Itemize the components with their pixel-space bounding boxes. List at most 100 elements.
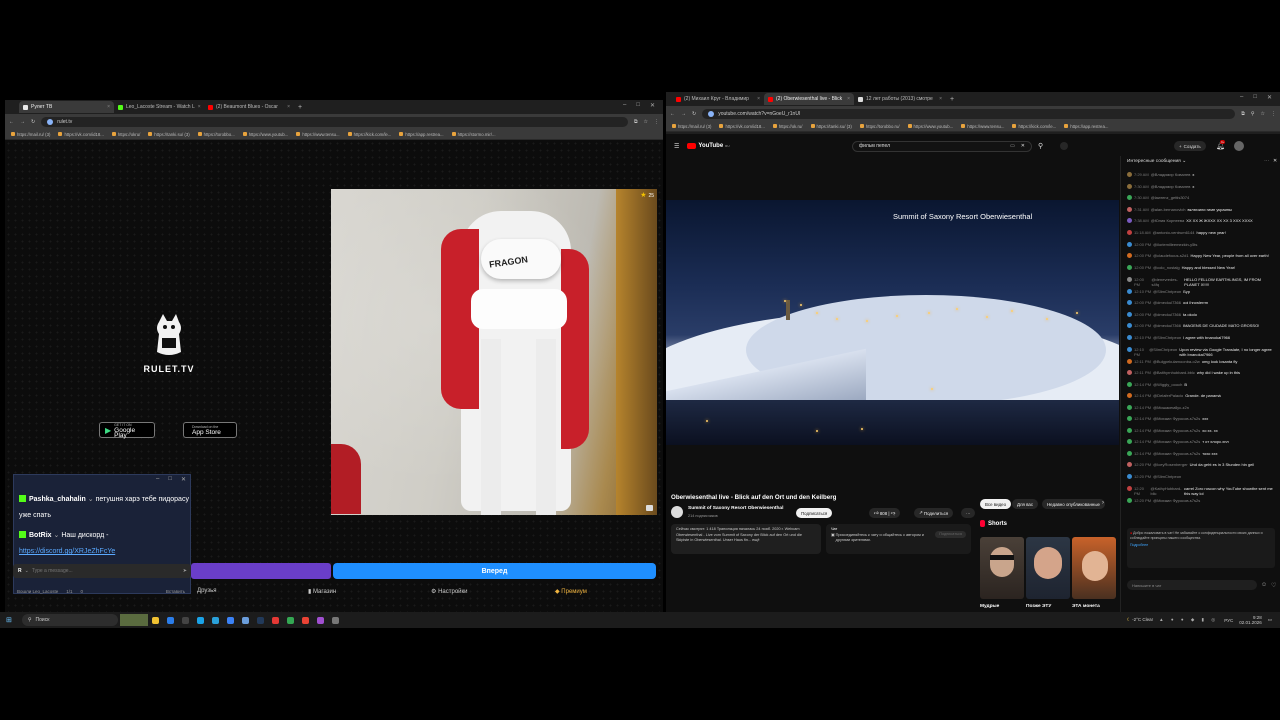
youtube-logo[interactable]: YouTube RU	[687, 143, 730, 149]
address-bar[interactable]: rulet.tv	[41, 116, 628, 127]
menu-dots-icon[interactable]: ⋮	[1271, 111, 1276, 117]
google-play-button[interactable]: ▶ GET IT ON Google Play	[99, 422, 155, 438]
short-thumbnail[interactable]	[1072, 537, 1116, 599]
tab-youtube-blues[interactable]: (2) Beaumont Blues - Oscar ×	[204, 101, 294, 113]
close-icon[interactable]: ×	[287, 104, 290, 110]
chat-author[interactable]: @Юлия Корнеева	[1151, 218, 1185, 223]
reload-icon[interactable]: ↻	[692, 111, 696, 117]
chat-author[interactable]: @KathyHubbard-blic	[1151, 486, 1182, 496]
search-icon[interactable]: ⚲	[1038, 142, 1043, 150]
maximize-icon[interactable]: □	[1253, 94, 1257, 101]
bookmark-item[interactable]: https://www.tensu...	[296, 132, 340, 137]
bookmark-item[interactable]: https://stormo.mir/...	[451, 132, 496, 137]
bookmark-star-icon[interactable]: ☆	[644, 119, 648, 125]
close-icon[interactable]: ×	[198, 104, 201, 110]
keyboard-icon[interactable]: ▭	[1010, 143, 1015, 149]
tray-icons[interactable]: ▲ ● ● ◆ ▮ ◎	[1159, 617, 1218, 623]
chat-author[interactable]: @SlimChripeon	[1153, 474, 1181, 479]
filter-for-you[interactable]: Для вас	[1012, 499, 1039, 509]
bookmark-item[interactable]: https://www.youtub...	[242, 132, 288, 137]
chat-author[interactable]: @Владимир Ковалев	[1151, 184, 1191, 189]
tab-youtube-krug[interactable]: (2) Михаил Круг - Владимир ×	[672, 93, 764, 105]
chat-author[interactable]: @Михаил Фуросов-s7s2s	[1153, 498, 1200, 503]
chat-author[interactable]: @SlimChripeon	[1149, 347, 1177, 352]
reload-icon[interactable]: ↻	[31, 119, 35, 125]
chat-author[interactable]: @Wiggly_oooch	[1153, 382, 1182, 387]
chat-close-icon[interactable]: ✕	[1273, 159, 1277, 164]
zoom-icon[interactable]: ⚲	[1251, 111, 1255, 117]
like-button[interactable]: 👍︎ 808 | 👎︎	[869, 508, 901, 518]
chat-author[interactable]: @SlimChripeon	[1153, 335, 1181, 340]
minimize-icon[interactable]: –	[1240, 94, 1243, 101]
files-icon[interactable]	[151, 616, 159, 624]
notice-learn-more-link[interactable]: Подробнее	[1130, 543, 1272, 548]
chat-avatar[interactable]	[1127, 300, 1132, 305]
chat-author[interactable]: @iloriemilleemezkin-y5ts	[1153, 242, 1197, 247]
chrome-icon[interactable]	[286, 616, 294, 624]
chat-author[interactable]: @Balthyrnhubbard-bblc	[1153, 370, 1195, 375]
close-window-icon[interactable]: ✕	[650, 102, 655, 109]
bookmark-item[interactable]: https://app.restrea...	[399, 132, 444, 137]
chrome-icon[interactable]	[301, 616, 309, 624]
nav-settings[interactable]: ⚙ Настройки	[425, 588, 555, 595]
chat-author[interactable]: @antonio-ventrum6144	[1153, 230, 1195, 235]
bookmark-item[interactable]: https://ok.ru/	[772, 124, 803, 129]
weather-widget[interactable]: ☾ -2°C Clear	[1127, 617, 1153, 623]
video-player[interactable]: Summit of Saxony Resort Oberwiesenthal	[666, 200, 1119, 445]
notifications-icon[interactable]: 🔔︎ 9+	[1216, 140, 1226, 150]
maximize-icon[interactable]: □	[636, 102, 640, 109]
chat-author[interactable]: @alan-bernanovich	[1151, 207, 1186, 212]
filter-recent[interactable]: Недавно опубликованные	[1042, 499, 1105, 509]
chat-mode-icon[interactable]: ⋯	[1264, 159, 1269, 164]
forward-icon[interactable]: →	[681, 111, 686, 117]
chat-author[interactable]: @Михаил Фуросов-s7s2s	[1153, 428, 1200, 433]
channel-name[interactable]: Summit of Saxony Resort Oberwiesenthal	[688, 506, 783, 511]
extensions-icon[interactable]: ⧉	[1241, 111, 1245, 117]
chat-avatar[interactable]	[1127, 335, 1132, 340]
nav-premium[interactable]: ◆ Премиум	[555, 588, 655, 595]
close-icon[interactable]: ×	[107, 104, 110, 110]
bookmark-item[interactable]: https://okru/	[111, 132, 140, 137]
chat-author[interactable]: @Михаил Фуросов-s7s2s	[1153, 451, 1200, 456]
share-button[interactable]: ↗ Поделиться	[914, 508, 954, 518]
chat-avatar[interactable]	[1127, 311, 1132, 317]
maximize-icon[interactable]: □	[168, 476, 172, 483]
chat-author[interactable]: @dmeckul7366	[1153, 300, 1181, 305]
bookmark-item[interactable]: https://www.tensu...	[961, 124, 1004, 129]
extensions-icon[interactable]: ⧉	[634, 119, 638, 125]
tab-youtube-oberwiesenthal[interactable]: (2) Oberwiesenthal live - Blick ×	[764, 93, 854, 105]
chat-avatar[interactable]	[1127, 450, 1132, 456]
play-icon[interactable]	[181, 616, 189, 624]
nav-friends[interactable]: Друзья	[185, 588, 300, 594]
mail-icon[interactable]	[226, 616, 234, 624]
search-box[interactable]: фильм пепел ▭ ✕	[852, 140, 1032, 152]
back-icon[interactable]: ←	[670, 111, 675, 117]
avatar[interactable]	[1234, 141, 1244, 151]
menu-dots-icon[interactable]: ⋮	[654, 119, 659, 125]
chat-avatar[interactable]	[1127, 265, 1132, 270]
language-indicator[interactable]: РУС	[1224, 618, 1233, 623]
tab-rulet[interactable]: Рулет ТВ ×	[19, 101, 114, 113]
chevron-right-icon[interactable]: ›	[1102, 500, 1104, 506]
favorite-star-icon[interactable]: ★ 25	[640, 191, 654, 199]
chat-author[interactable]: @denevredes-s4fq	[1151, 277, 1182, 287]
site-info-icon[interactable]	[47, 118, 54, 125]
chat-avatar[interactable]	[1127, 218, 1132, 223]
chat-author[interactable]: @SlimChripeon	[1153, 289, 1181, 294]
channel-avatar[interactable]	[671, 506, 683, 518]
next-button[interactable]: Вперед	[333, 563, 656, 579]
rulet-logo[interactable]: RULET.TV	[138, 312, 200, 374]
edge-icon[interactable]	[196, 616, 204, 624]
app-store-button[interactable]: Download on the App Store	[183, 422, 237, 438]
bookmark-item[interactable]: https://tanki.su/ (3)	[148, 132, 190, 137]
tab-kick[interactable]: Leo_Lacoste Stream - Watch L ×	[114, 101, 204, 113]
bookmark-item[interactable]: https://mail.ru/ (3)	[672, 124, 711, 129]
chat-avatar[interactable]	[1127, 370, 1132, 375]
minimize-icon[interactable]: –	[623, 102, 626, 109]
task-view-icon[interactable]	[119, 614, 148, 626]
tab-movie[interactable]: 12 лет работы (2013) смотре ×	[854, 93, 946, 105]
chat-avatar[interactable]	[1127, 427, 1132, 433]
filter-all-videos[interactable]: Все видео	[980, 499, 1012, 509]
chat-avatar[interactable]	[1127, 393, 1132, 398]
chat-avatar[interactable]	[1127, 358, 1132, 364]
